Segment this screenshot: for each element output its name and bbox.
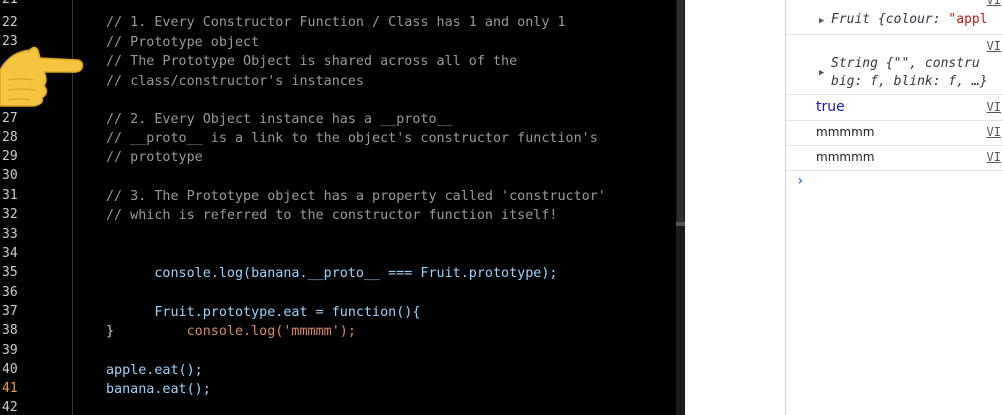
code-line: apple.eat(); bbox=[106, 363, 203, 378]
console-row[interactable]: mmmmm VI bbox=[786, 120, 1003, 146]
line-number: 36 bbox=[2, 285, 18, 300]
code-line: // Prototype object bbox=[106, 35, 260, 50]
console-value: mmmmm bbox=[816, 150, 875, 164]
line-number: 27 bbox=[2, 111, 18, 126]
console-message-line: String {"", constru bbox=[831, 56, 980, 71]
line-number: 31 bbox=[2, 188, 18, 203]
line-number: 38 bbox=[2, 323, 18, 338]
code-line: // 3. The Prototype object has a propert… bbox=[106, 189, 606, 204]
code-line: } bbox=[106, 324, 115, 339]
console-value: mmmmm bbox=[816, 125, 875, 139]
white-gap bbox=[685, 0, 785, 415]
code-line: // class/constructor's instances bbox=[106, 74, 364, 89]
console-prompt-icon[interactable]: › bbox=[796, 173, 804, 189]
code-line: // prototype bbox=[106, 150, 203, 165]
source-link[interactable]: VI bbox=[987, 150, 1001, 164]
source-link[interactable]: VI bbox=[987, 125, 1001, 139]
code-editor[interactable]: 21 22 23 27 28 29 30 31 32 33 34 35 36 3… bbox=[0, 0, 685, 415]
code-line: // 1. Every Constructor Function / Class… bbox=[106, 15, 566, 30]
console-row[interactable]: true VI bbox=[786, 94, 1003, 121]
code-line: // __proto__ is a link to the object's c… bbox=[106, 131, 598, 146]
line-number: 33 bbox=[2, 227, 18, 242]
source-link[interactable]: VI bbox=[987, 39, 1001, 53]
scroll-position-marker bbox=[676, 222, 685, 226]
line-number: 30 bbox=[2, 168, 18, 183]
line-number: 42 bbox=[2, 400, 18, 415]
object-string: "appl bbox=[948, 12, 988, 27]
console-message-line: big: f, blink: f, …} bbox=[831, 74, 988, 89]
object-body: {colour: bbox=[877, 12, 949, 27]
line-number: 32 bbox=[2, 207, 18, 222]
object-type: Fruit bbox=[831, 12, 878, 27]
devtools-console[interactable]: VI ▶ Fruit {colour: "appl VI ▶ String {"… bbox=[786, 0, 1003, 415]
console-row[interactable]: ▶ Fruit {colour: "appl bbox=[786, 0, 1003, 35]
expand-triangle-icon[interactable]: ▶ bbox=[819, 68, 824, 78]
code-line-text: console.log(banana.__proto__ === Fruit.p… bbox=[154, 266, 558, 281]
line-number: 28 bbox=[2, 130, 18, 145]
line-number-current: 41 bbox=[2, 381, 18, 396]
line-number: 35 bbox=[2, 265, 18, 280]
line-number: 40 bbox=[2, 362, 18, 377]
code-area[interactable]: // 1. Every Constructor Function / Class… bbox=[106, 0, 676, 415]
console-row[interactable]: VI ▶ String {"", constru big: f, blink: … bbox=[786, 34, 1003, 95]
scroll-thumb[interactable] bbox=[677, 0, 684, 226]
pointing-hand-icon bbox=[0, 46, 84, 107]
line-number: 21 bbox=[0, 0, 32, 9]
console-value: true bbox=[816, 99, 845, 115]
console-row[interactable]: mmmmm VI bbox=[786, 145, 1003, 171]
line-number: 29 bbox=[2, 149, 18, 164]
line-number: 37 bbox=[2, 304, 18, 319]
console-message: Fruit {colour: "appl bbox=[831, 12, 988, 27]
code-line: // which is referred to the constructor … bbox=[106, 208, 558, 223]
source-link[interactable]: VI bbox=[987, 100, 1001, 114]
code-line: console.log('mmmmm'); bbox=[106, 303, 356, 360]
expand-triangle-icon[interactable]: ▶ bbox=[819, 16, 824, 26]
code-line-text: console.log('mmmmm'); bbox=[154, 324, 356, 339]
code-line: // 2. Every Object instance has a __prot… bbox=[106, 112, 453, 127]
code-line: banana.eat(); bbox=[106, 382, 211, 397]
code-line: // The Prototype Object is shared across… bbox=[106, 54, 518, 69]
code-line-text: class/constructor's instances bbox=[130, 74, 364, 89]
line-number: 34 bbox=[2, 246, 18, 261]
editor-scrollbar[interactable] bbox=[676, 0, 685, 415]
line-number: 39 bbox=[2, 343, 18, 358]
